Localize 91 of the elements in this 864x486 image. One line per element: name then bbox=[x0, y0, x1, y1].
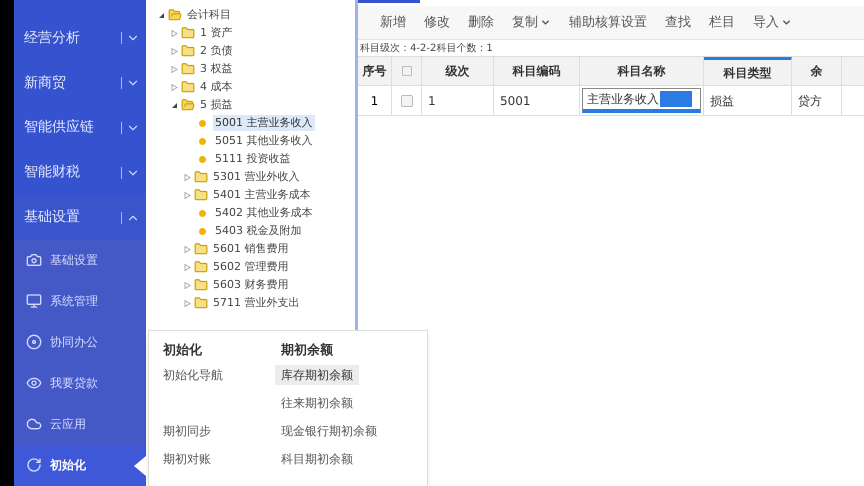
folder-icon bbox=[181, 26, 195, 40]
collapsed-triangle-icon[interactable] bbox=[184, 246, 191, 252]
sidebar-item[interactable]: 系统管理 bbox=[14, 280, 146, 322]
sidebar-item[interactable]: 云应用 bbox=[14, 404, 146, 445]
tree-item[interactable]: 5602 管理费用 bbox=[211, 258, 290, 276]
column-header: 级次 bbox=[422, 57, 494, 85]
cloud-icon bbox=[26, 416, 42, 432]
table-cell: 贷方 bbox=[792, 86, 842, 115]
collapsed-triangle-icon[interactable] bbox=[184, 192, 191, 198]
toolbar-button[interactable]: 栏目 bbox=[709, 12, 735, 32]
collapsed-triangle-icon[interactable] bbox=[171, 30, 178, 36]
menu-item[interactable]: 往来期初余额 bbox=[275, 393, 359, 413]
expanded-triangle-icon[interactable] bbox=[171, 102, 178, 108]
expanded-triangle-icon[interactable] bbox=[158, 12, 165, 18]
column-header: 科目名称 bbox=[580, 57, 704, 85]
sidebar-section[interactable]: 经营分析 bbox=[14, 16, 146, 61]
toolbar-button[interactable]: 删除 bbox=[468, 12, 494, 32]
sidebar-item[interactable]: 我要贷款 bbox=[14, 362, 146, 404]
tree-item[interactable]: 4 成本 bbox=[198, 78, 234, 96]
collapsed-triangle-icon[interactable] bbox=[184, 300, 191, 306]
collapsed-triangle-icon[interactable] bbox=[171, 84, 178, 90]
table-cell: 1 bbox=[422, 86, 494, 115]
sidebar-section[interactable]: 新商贸 bbox=[14, 60, 146, 106]
tree-item[interactable]: 1 资产 bbox=[198, 24, 234, 42]
toolbar-button[interactable]: 辅助核算设置 bbox=[569, 12, 647, 32]
folder-icon bbox=[194, 170, 208, 184]
collapsed-triangle-icon[interactable] bbox=[184, 264, 191, 270]
tree-item[interactable]: 5001 主营业务收入 bbox=[213, 114, 314, 132]
camera-icon bbox=[26, 252, 42, 268]
tree-item[interactable]: 5402 其他业务成本 bbox=[213, 204, 314, 222]
folder-icon bbox=[194, 188, 208, 202]
menu-item[interactable]: 现金银行期初余额 bbox=[275, 421, 383, 441]
name-input-field[interactable]: 主营业务收入 bbox=[582, 88, 701, 113]
tree-item[interactable]: 5401 主营业务成本 bbox=[211, 186, 312, 204]
tree-item[interactable]: 5711 营业外支出 bbox=[211, 294, 302, 312]
table-cell: 损益 bbox=[704, 86, 792, 115]
refresh-icon bbox=[26, 457, 42, 474]
collapsed-triangle-icon[interactable] bbox=[184, 174, 191, 180]
sidebar-item[interactable]: 协同办公 bbox=[14, 322, 146, 363]
folder-icon bbox=[181, 44, 195, 58]
tree-item[interactable]: 5403 税金及附加 bbox=[213, 222, 304, 240]
sidebar-section[interactable]: 基础设置 bbox=[14, 195, 146, 240]
sidebar-item[interactable]: 基础设置 bbox=[14, 240, 146, 281]
checkbox-icon[interactable] bbox=[400, 65, 412, 77]
tree-item[interactable]: 5301 营业外收入 bbox=[211, 168, 302, 186]
tree-item[interactable]: 3 权益 bbox=[198, 60, 234, 78]
folder-icon bbox=[194, 260, 208, 274]
folder-icon bbox=[194, 242, 208, 256]
text-selection-highlight bbox=[660, 91, 692, 107]
tree-item[interactable]: 会计科目 bbox=[185, 6, 233, 24]
collapsed-triangle-icon[interactable] bbox=[171, 66, 178, 72]
eye-icon bbox=[26, 375, 42, 392]
folder-icon bbox=[194, 278, 208, 292]
folder-icon bbox=[194, 296, 208, 310]
table-cell: 5001 bbox=[494, 86, 580, 115]
toolbar-button[interactable]: 查找 bbox=[665, 12, 691, 32]
sidebar-item[interactable]: 初始化 bbox=[14, 444, 146, 486]
column-header: 余 bbox=[792, 57, 842, 85]
orbit-icon bbox=[26, 334, 42, 350]
sidebar-section[interactable]: 智能财税 bbox=[14, 150, 146, 196]
folder-icon bbox=[181, 62, 195, 76]
monitor-icon bbox=[26, 293, 42, 310]
toolbar-button[interactable]: 新增 bbox=[380, 12, 406, 32]
tree-item[interactable]: 5 损益 bbox=[198, 96, 234, 114]
menu-heading: 期初余额 bbox=[281, 342, 334, 360]
menu-item[interactable]: 库存期初余额 bbox=[275, 365, 359, 385]
column-header: 序号 bbox=[358, 57, 392, 85]
tree-item[interactable]: 5603 财务费用 bbox=[211, 276, 290, 294]
menu-item[interactable]: 科目期初余额 bbox=[275, 449, 359, 469]
open-folder-icon bbox=[168, 8, 182, 22]
collapsed-triangle-icon[interactable] bbox=[184, 282, 191, 288]
tree-item[interactable]: 5111 投资收益 bbox=[213, 150, 292, 168]
tree-item[interactable]: 2 负债 bbox=[198, 42, 234, 60]
row-checkbox[interactable] bbox=[400, 94, 412, 106]
toolbar-button[interactable]: 导入 bbox=[753, 12, 792, 32]
menu-item[interactable]: 期初同步 bbox=[157, 421, 217, 441]
sidebar-section[interactable]: 智能供应链 bbox=[14, 106, 146, 150]
tree-item[interactable]: 5051 其他业务收入 bbox=[213, 132, 314, 150]
tree-item[interactable]: 5601 销售费用 bbox=[211, 240, 290, 258]
open-folder-icon bbox=[181, 98, 195, 112]
menu-heading: 初始化 bbox=[163, 342, 203, 360]
collapsed-triangle-icon[interactable] bbox=[171, 48, 178, 54]
menu-item[interactable]: 初始化导航 bbox=[157, 365, 229, 385]
toolbar-button[interactable]: 修改 bbox=[424, 12, 450, 32]
toolbar-button[interactable]: 复制 bbox=[512, 12, 551, 32]
menu-item[interactable]: 期初对账 bbox=[157, 449, 217, 469]
column-header: 科目类型 bbox=[704, 57, 792, 85]
table-cell: 1 bbox=[358, 86, 392, 115]
info-text: 科目级次：4-2-2科目个数：1 bbox=[360, 42, 493, 56]
folder-icon bbox=[181, 80, 195, 94]
column-header: 科目编码 bbox=[494, 57, 580, 85]
